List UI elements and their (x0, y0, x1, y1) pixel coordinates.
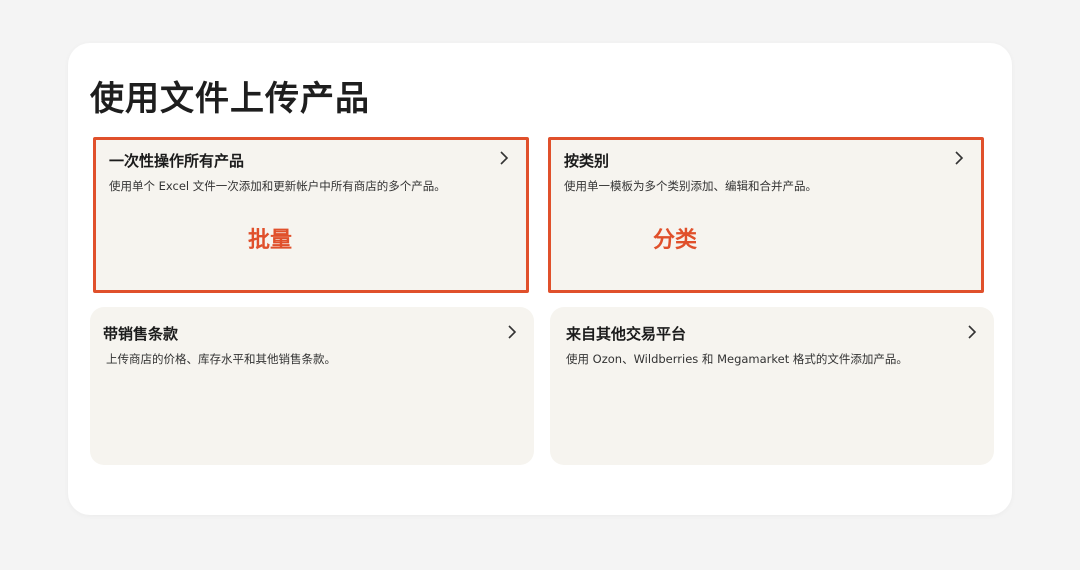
chevron-right-icon (508, 325, 517, 339)
card-description: 上传商店的价格、库存水平和其他销售条款。 (106, 352, 336, 366)
chevron-right-icon (955, 151, 964, 165)
chevron-right-icon (500, 151, 509, 165)
card-by-category[interactable]: 按类别 使用单一模板为多个类别添加、编辑和合并产品。 分类 (548, 137, 984, 293)
page-title: 使用文件上传产品 (90, 79, 370, 119)
card-title: 按类别 (564, 152, 610, 170)
card-title: 一次性操作所有产品 (109, 152, 245, 170)
card-all-products[interactable]: 一次性操作所有产品 使用单个 Excel 文件一次添加和更新帐户中所有商店的多个… (93, 137, 529, 293)
card-description: 使用单一模板为多个类别添加、编辑和合并产品。 (564, 179, 817, 193)
chevron-right-icon (968, 325, 977, 339)
card-sales-terms[interactable]: 带销售条款 上传商店的价格、库存水平和其他销售条款。 (90, 307, 534, 465)
card-title: 带销售条款 (103, 325, 179, 343)
card-description: 使用 Ozon、Wildberries 和 Megamarket 格式的文件添加… (566, 352, 908, 366)
card-title: 来自其他交易平台 (566, 325, 687, 343)
upload-panel: 使用文件上传产品 一次性操作所有产品 使用单个 Excel 文件一次添加和更新帐… (68, 43, 1012, 515)
card-description: 使用单个 Excel 文件一次添加和更新帐户中所有商店的多个产品。 (109, 179, 446, 193)
annotation-label: 分类 (653, 228, 698, 253)
annotation-label: 批量 (248, 228, 293, 253)
card-other-marketplaces[interactable]: 来自其他交易平台 使用 Ozon、Wildberries 和 Megamarke… (550, 307, 994, 465)
